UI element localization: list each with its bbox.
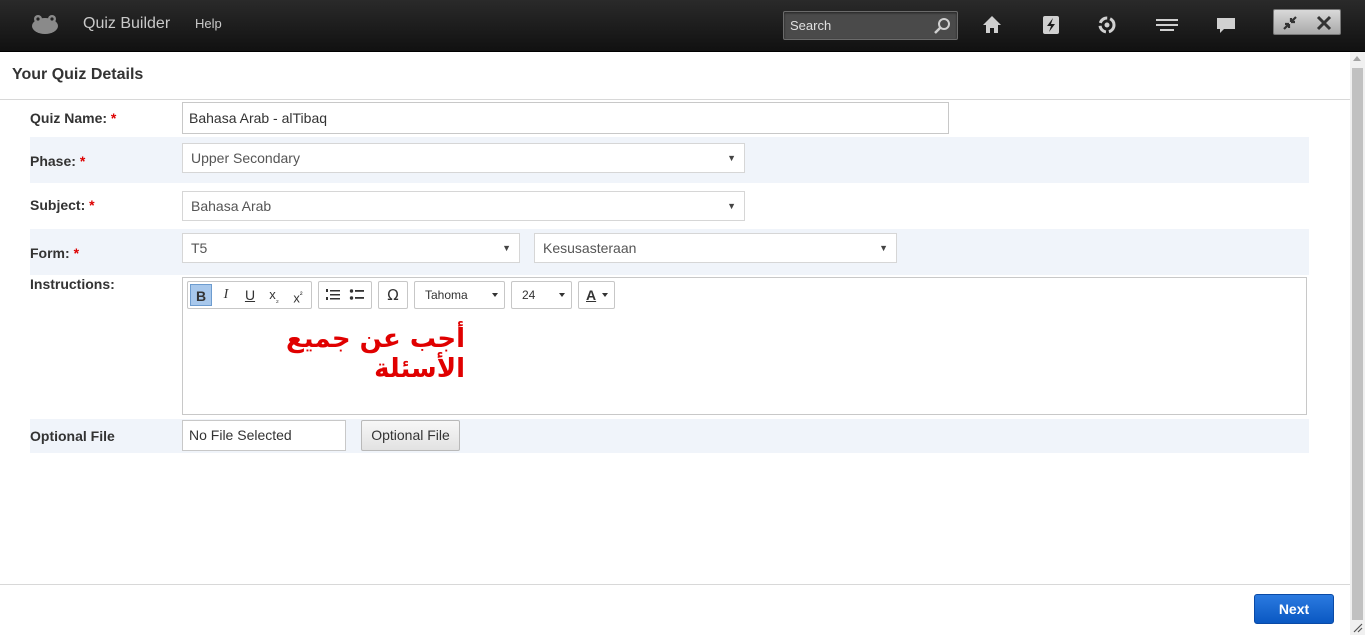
phase-label-text: Phase: — [30, 153, 76, 169]
phase-select-value: Upper Secondary — [191, 150, 300, 166]
scroll-up-arrow-icon[interactable] — [1353, 56, 1361, 61]
form-subject-area-select[interactable]: Kesusasteraan ▼ — [534, 233, 897, 263]
search-icon[interactable] — [933, 17, 951, 35]
optional-file-label: Optional File — [30, 428, 115, 444]
chat-icon[interactable] — [1213, 12, 1239, 38]
top-bar: Quiz Builder Help — [0, 0, 1365, 52]
optional-file-button[interactable]: Optional File — [361, 420, 460, 451]
footer-divider — [0, 584, 1350, 585]
instructions-content[interactable]: أجب عن جميع الأسئلة — [195, 324, 465, 384]
instructions-label: Instructions: — [30, 276, 115, 292]
lightning-icon[interactable] — [1038, 12, 1064, 38]
home-icon[interactable] — [979, 12, 1005, 38]
list-toolbar-group — [318, 281, 372, 309]
form-select[interactable]: T5 ▼ — [182, 233, 520, 263]
required-marker: * — [79, 153, 86, 169]
phase-label: Phase: * — [30, 153, 85, 169]
scrollbar[interactable] — [1350, 52, 1365, 635]
help-link[interactable]: Help — [195, 16, 222, 31]
app-title[interactable]: Quiz Builder — [83, 15, 170, 33]
recycle-icon[interactable] — [1094, 12, 1120, 38]
text-color-icon: A — [586, 287, 597, 303]
dropdown-arrow-icon: ▼ — [502, 243, 511, 253]
ordered-list-icon[interactable] — [322, 284, 344, 306]
dropdown-arrow-icon: ▼ — [727, 201, 736, 211]
bold-button[interactable]: B — [190, 284, 212, 306]
search-box — [783, 11, 958, 40]
frog-logo-icon[interactable] — [30, 12, 60, 36]
format-toolbar-group: B I U x₂ x² — [187, 281, 312, 309]
font-size-value: 24 — [522, 288, 536, 302]
quiz-name-input[interactable]: Bahasa Arab - alTibaq — [182, 102, 949, 134]
page-header: Your Quiz Details — [0, 52, 1350, 100]
subject-select[interactable]: Bahasa Arab ▼ — [182, 191, 745, 221]
subscript-button[interactable]: x₂ — [263, 284, 285, 306]
superscript-button[interactable]: x² — [287, 284, 309, 306]
required-marker: * — [89, 197, 95, 213]
collapse-icon[interactable] — [1280, 13, 1300, 33]
optional-file-input[interactable]: No File Selected — [182, 420, 346, 451]
subject-select-value: Bahasa Arab — [191, 198, 272, 214]
form-label-text: Form: — [30, 245, 70, 261]
subject-label: Subject: * — [30, 197, 95, 213]
required-marker: * — [110, 110, 117, 126]
font-family-value: Tahoma — [425, 288, 468, 302]
form-select-value: T5 — [191, 240, 208, 256]
form-label: Form: * — [30, 245, 79, 261]
unordered-list-icon[interactable] — [346, 284, 368, 306]
page-title: Your Quiz Details — [12, 66, 144, 83]
form-subject-area-value: Kesusasteraan — [543, 240, 637, 256]
close-icon[interactable] — [1314, 13, 1334, 33]
quiz-name-label: Quiz Name: * — [30, 110, 116, 126]
search-input[interactable] — [784, 12, 929, 39]
subject-label-text: Subject: — [30, 197, 86, 213]
omega-icon[interactable]: Ω — [382, 284, 404, 306]
window-buttons — [1273, 9, 1341, 35]
underline-button[interactable]: U — [239, 284, 261, 306]
next-button[interactable]: Next — [1254, 594, 1334, 624]
quiz-name-label-text: Quiz Name: — [30, 110, 108, 126]
italic-button[interactable]: I — [215, 284, 237, 306]
font-family-select[interactable]: Tahoma — [414, 281, 505, 309]
instructions-editor[interactable]: B I U x₂ x² Ω Tahoma 24 A أجب عن جميع ال… — [182, 277, 1307, 415]
required-marker: * — [73, 245, 80, 261]
chevron-down-icon — [602, 293, 608, 297]
special-char-toolbar-group: Ω — [378, 281, 408, 309]
scroll-thumb[interactable] — [1352, 68, 1363, 620]
text-color-button[interactable]: A — [578, 281, 615, 309]
dropdown-arrow-icon: ▼ — [727, 153, 736, 163]
chevron-down-icon — [559, 293, 565, 297]
font-size-select[interactable]: 24 — [511, 281, 572, 309]
resize-grip-icon[interactable] — [1351, 620, 1363, 633]
dropdown-arrow-icon: ▼ — [879, 243, 888, 253]
layout-icon[interactable] — [1154, 12, 1180, 38]
chevron-down-icon — [492, 293, 498, 297]
phase-select[interactable]: Upper Secondary ▼ — [182, 143, 745, 173]
